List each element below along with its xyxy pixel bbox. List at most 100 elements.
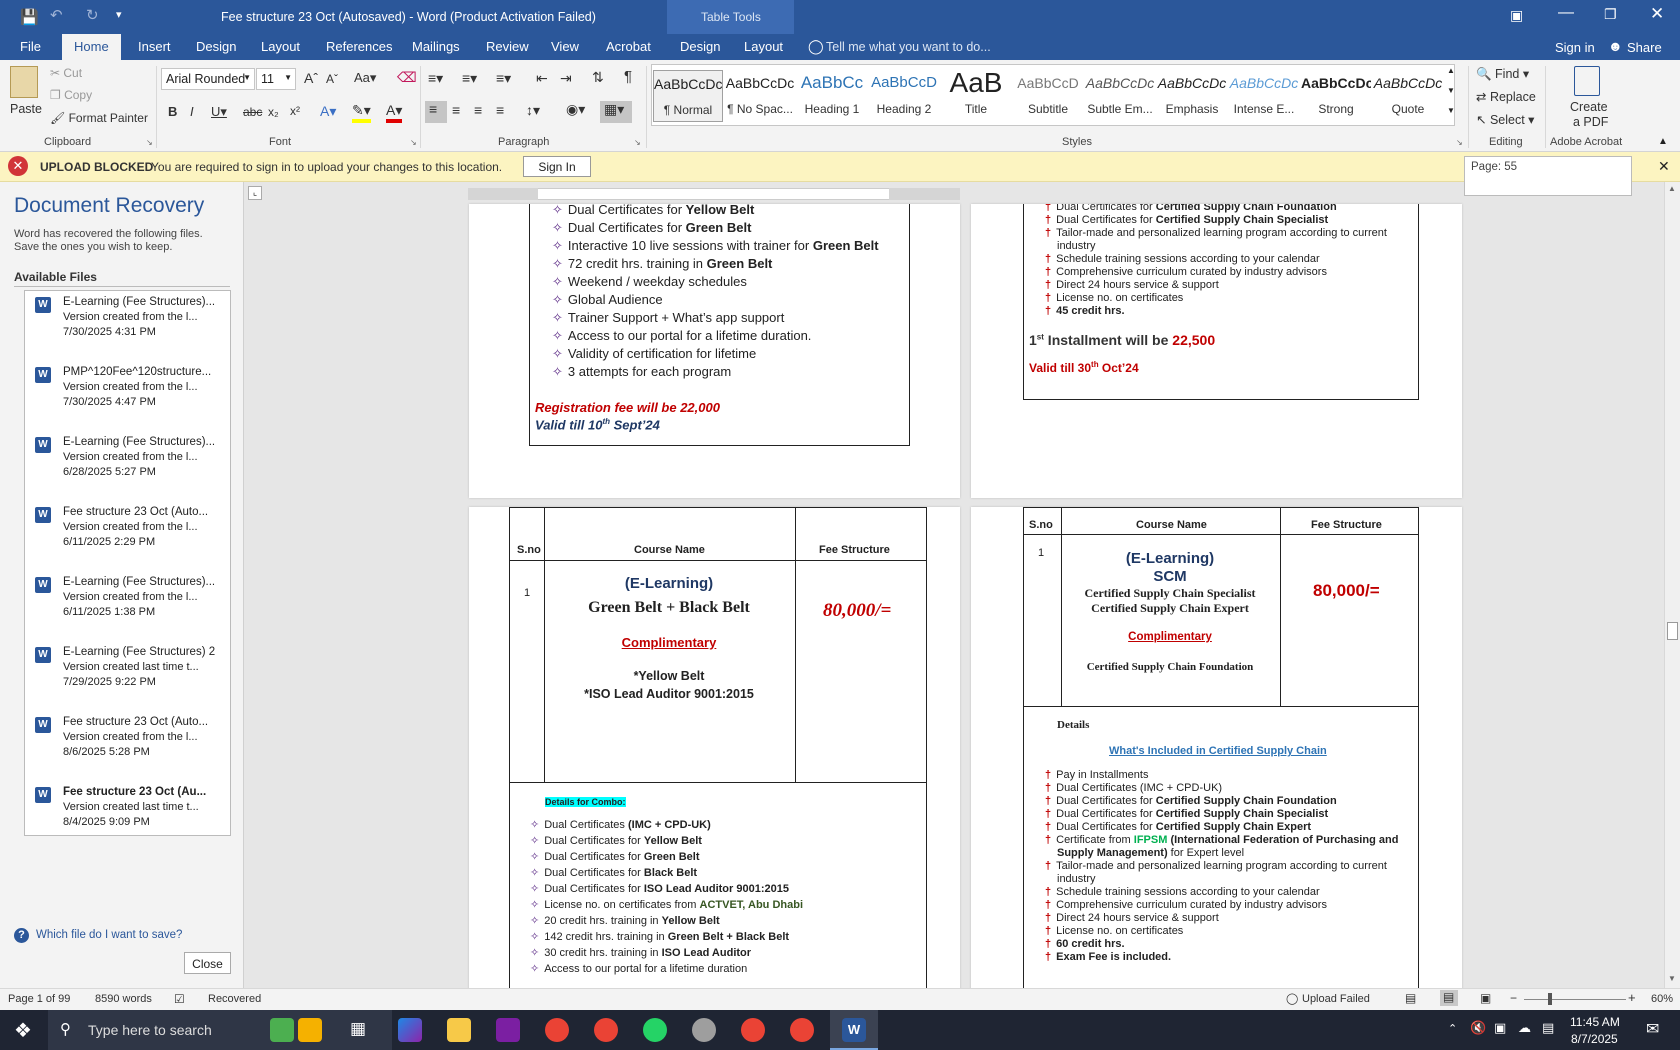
chrome-icon[interactable]	[741, 1018, 765, 1042]
task-view-icon[interactable]: ▦	[350, 1019, 366, 1039]
chrome-icon[interactable]	[790, 1018, 814, 1042]
recovered-file[interactable]: W PMP^120Fee^120structure... Version creat…	[35, 365, 227, 410]
taskbar-app-icon[interactable]	[270, 1018, 294, 1042]
scroll-up-icon[interactable]: ▲	[1668, 184, 1676, 193]
borders-icon[interactable]: ▦▾	[600, 101, 632, 123]
clear-format-icon[interactable]: ⌫	[397, 69, 417, 86]
grow-font-icon[interactable]: Aˆ	[304, 70, 318, 86]
page-count[interactable]: Page 1 of 99	[8, 993, 70, 1005]
save-icon[interactable]: 💾	[20, 8, 39, 26]
font-launcher-icon[interactable]: ↘	[410, 138, 417, 147]
font-family-select[interactable]: Arial Rounded ▼	[161, 68, 255, 90]
tab-view[interactable]: View	[551, 39, 579, 54]
font-color-icon[interactable]: A▾	[386, 102, 403, 123]
paste-icon[interactable]	[10, 66, 38, 98]
web-layout-icon[interactable]: ▣	[1480, 991, 1491, 1005]
sort-icon[interactable]: ⇅	[592, 69, 604, 86]
whatsapp-icon[interactable]	[643, 1018, 667, 1042]
taskbar-app-icon[interactable]	[496, 1018, 520, 1042]
zoom-in-icon[interactable]: +	[1628, 990, 1636, 1005]
style-normal[interactable]: AaBbCcDc ¶ Normal	[653, 70, 723, 122]
chrome-icon[interactable]	[594, 1018, 618, 1042]
align-center-icon[interactable]: ≡	[452, 102, 460, 118]
vertical-scrollbar[interactable]: ▲ ▼	[1664, 182, 1680, 988]
customize-qat-icon[interactable]: ▾	[116, 8, 122, 21]
style-strong[interactable]: AaBbCcDc Strong	[1301, 70, 1371, 122]
style-heading-2[interactable]: AaBbCcD Heading 2	[869, 70, 939, 122]
word-count[interactable]: 8590 words	[95, 993, 152, 1005]
clock-date[interactable]: 8/7/2025	[1571, 1032, 1618, 1046]
style-intense-emphasis[interactable]: AaBbCcDc Intense E...	[1229, 70, 1299, 122]
recovered-file[interactable]: W Fee structure 23 Oct (Auto... Version cr…	[35, 505, 227, 550]
clock-app-icon[interactable]	[692, 1018, 716, 1042]
strikethrough-icon[interactable]: abc	[243, 105, 262, 119]
superscript-icon[interactable]: x²	[290, 104, 300, 118]
bullets-icon[interactable]: ≡▾	[428, 70, 443, 87]
font-size-select[interactable]: 11 ▼	[256, 68, 296, 90]
minimize-icon[interactable]: —	[1558, 4, 1574, 22]
increase-indent-icon[interactable]: ⇥	[560, 70, 572, 87]
upload-status[interactable]: Upload Failed	[1302, 993, 1370, 1005]
speaker-muted-icon[interactable]: 🔇	[1470, 1020, 1486, 1036]
taskbar-search[interactable]: ⚲ Type here to search	[48, 1010, 392, 1050]
close-window-icon[interactable]: ✕	[1650, 4, 1664, 24]
shrink-font-icon[interactable]: Aˇ	[326, 72, 338, 86]
print-layout-icon[interactable]: ▤	[1440, 990, 1458, 1006]
style-subtitle[interactable]: AaBbCcD Subtitle	[1013, 70, 1083, 122]
bold-icon[interactable]: B	[168, 104, 177, 119]
find-button[interactable]: 🔍 Find ▾	[1476, 66, 1529, 82]
style-no-spacing[interactable]: AaBbCcDc ¶ No Spac...	[725, 70, 795, 122]
tray-chevron-icon[interactable]: ⌃	[1448, 1022, 1457, 1035]
network-icon[interactable]: ▣	[1494, 1020, 1506, 1036]
tab-review[interactable]: Review	[486, 39, 529, 54]
style-emphasis[interactable]: AaBbCcDc Emphasis	[1157, 70, 1227, 122]
display-icon[interactable]: ▤	[1542, 1020, 1554, 1036]
tab-insert[interactable]: Insert	[138, 39, 171, 54]
shading-icon[interactable]: ◉▾	[566, 101, 585, 118]
scroll-down-icon[interactable]: ▼	[1668, 974, 1676, 983]
style-subtle-emphasis[interactable]: AaBbCcDc Subtle Em...	[1085, 70, 1155, 122]
align-left-icon[interactable]: ≡	[425, 101, 447, 123]
zoom-slider[interactable]	[1524, 999, 1626, 1000]
zoom-level[interactable]: 60%	[1651, 993, 1673, 1005]
weather-icon[interactable]: ☁	[1518, 1020, 1531, 1036]
tab-references[interactable]: References	[326, 39, 392, 54]
share-button[interactable]: Share	[1627, 40, 1662, 55]
align-right-icon[interactable]: ≡	[474, 102, 482, 118]
tab-selector[interactable]: ⌞	[248, 186, 262, 200]
line-spacing-icon[interactable]: ↕▾	[526, 102, 540, 119]
collapse-ribbon-icon[interactable]: ▲	[1658, 136, 1668, 147]
styles-launcher-icon[interactable]: ↘	[1456, 138, 1463, 147]
paste-button[interactable]: Paste	[10, 102, 42, 116]
undo-icon[interactable]: ↶	[50, 6, 63, 24]
tab-mailings[interactable]: Mailings	[412, 39, 460, 54]
select-button[interactable]: ↖ Select ▾	[1476, 112, 1534, 127]
justify-icon[interactable]: ≡	[496, 102, 504, 118]
numbering-icon[interactable]: ≡▾	[462, 70, 477, 87]
multilevel-list-icon[interactable]: ≡▾	[496, 70, 511, 87]
subscript-icon[interactable]: x₂	[268, 105, 279, 119]
tab-acrobat[interactable]: Acrobat	[606, 39, 651, 54]
highlight-icon[interactable]: ✎▾	[352, 102, 371, 123]
ribbon-display-icon[interactable]: ▣	[1510, 7, 1523, 24]
tab-table-design[interactable]: Design	[680, 39, 720, 54]
paragraph-launcher-icon[interactable]: ↘	[634, 138, 641, 147]
change-case-icon[interactable]: Aa▾	[354, 70, 376, 86]
tab-layout[interactable]: Layout	[261, 39, 300, 54]
tab-file[interactable]: File	[20, 39, 41, 54]
text-effects-icon[interactable]: A▾	[320, 103, 336, 120]
style-heading-1[interactable]: AaBbCc Heading 1	[797, 70, 867, 122]
styles-scroll-down-icon[interactable]: ▼	[1447, 86, 1455, 95]
windows-start-icon[interactable]: ❖	[14, 1018, 32, 1043]
tell-me-input[interactable]: Tell me what you want to do...	[826, 40, 991, 54]
cut-button[interactable]: ✂ Cut	[50, 66, 82, 80]
which-file-link[interactable]: Which file do I want to save?	[36, 929, 182, 941]
zoom-slider-handle[interactable]	[1548, 993, 1552, 1005]
styles-scroll-up-icon[interactable]: ▲	[1447, 66, 1455, 75]
taskbar-app-icon[interactable]	[298, 1018, 322, 1042]
notifications-icon[interactable]: ✉	[1646, 1019, 1659, 1039]
style-title[interactable]: AaB Title	[941, 70, 1011, 122]
sign-in-link[interactable]: Sign in	[1555, 40, 1595, 55]
sign-in-button[interactable]: Sign In	[523, 156, 591, 177]
recovered-file[interactable]: W Fee structure 23 Oct (Au... Version crea…	[35, 785, 227, 830]
